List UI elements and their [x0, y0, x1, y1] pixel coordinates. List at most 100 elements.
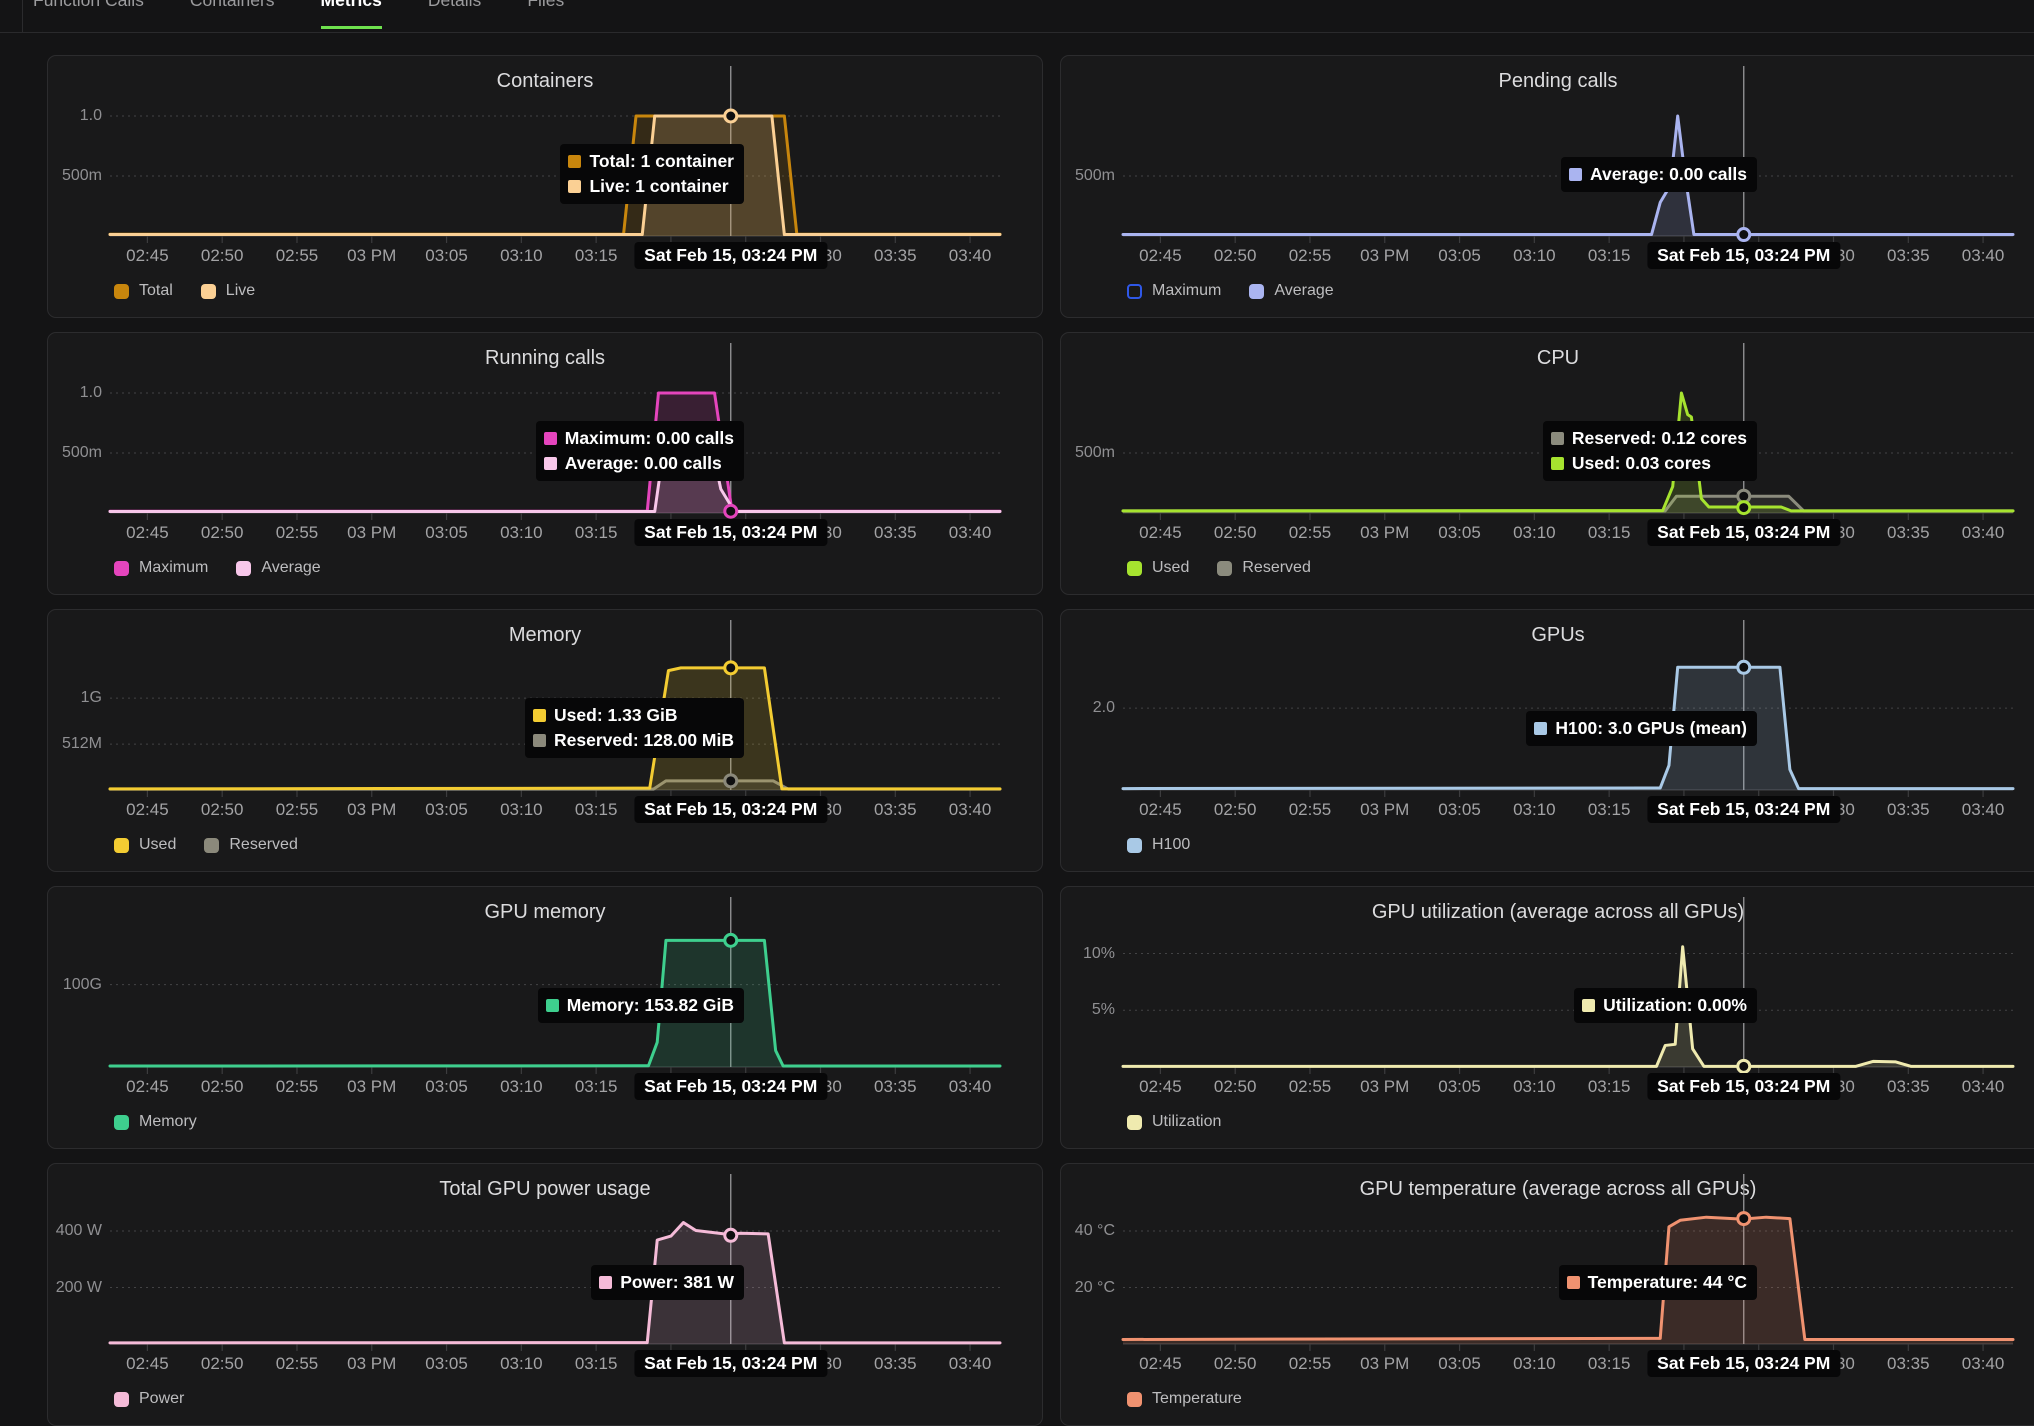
chart-card-gpus: GPUs H100: 3.0 GPUs (mean) 02:4502:5002:… — [1060, 609, 2034, 872]
x-tick-label: 03:40 — [1962, 523, 2005, 543]
chart-legend: Memory — [114, 1113, 197, 1131]
legend-item-temperature[interactable]: Temperature — [1127, 1390, 1242, 1408]
x-tick-label: 02:55 — [1289, 800, 1332, 820]
legend-item-total[interactable]: Total — [114, 282, 173, 300]
legend-item-h100[interactable]: H100 — [1127, 836, 1190, 854]
legend-item-memory[interactable]: Memory — [114, 1113, 197, 1131]
chart-plot[interactable] — [110, 887, 1000, 1075]
tab-containers[interactable]: Containers — [190, 0, 275, 29]
tooltip-line: Utilization: 0.00% — [1582, 993, 1747, 1018]
x-tick-label: 03:40 — [949, 800, 992, 820]
y-axis-label: 1.0 — [48, 383, 102, 403]
chart-plot[interactable] — [1123, 56, 2013, 244]
legend-item-reserved[interactable]: Reserved — [204, 836, 297, 854]
tab-function-calls[interactable]: Function Calls — [33, 0, 144, 29]
chart-legend: Power — [114, 1390, 184, 1408]
x-tick-label: 03:35 — [874, 246, 917, 266]
legend-swatch-icon — [236, 561, 251, 576]
x-tick-label: 03:05 — [425, 1077, 468, 1097]
tooltip-series-swatch-icon — [1569, 168, 1582, 181]
chart-plot[interactable] — [110, 1164, 1000, 1352]
legend-item-power[interactable]: Power — [114, 1390, 184, 1408]
legend-item-average[interactable]: Average — [236, 559, 320, 577]
tab-metrics[interactable]: Metrics — [321, 0, 382, 29]
chart-card-gpu-utilization: GPU utilization (average across all GPUs… — [1060, 886, 2034, 1149]
x-tick-label: 02:45 — [1139, 246, 1182, 266]
tooltip-series-swatch-icon — [1567, 1276, 1580, 1289]
legend-item-used[interactable]: Used — [1127, 559, 1189, 577]
x-tick-label: 03:10 — [500, 1077, 543, 1097]
x-axis: 02:4502:5002:5503 PM03:0503:1003:1503:20… — [110, 523, 1000, 545]
legend-swatch-icon — [1127, 1392, 1142, 1407]
y-axis-label: 1.0 — [48, 106, 102, 126]
x-axis: 02:4502:5002:5503 PM03:0503:1003:1503:20… — [1123, 523, 2013, 545]
chart-plot[interactable] — [110, 56, 1000, 244]
legend-item-live[interactable]: Live — [201, 282, 255, 300]
tooltip-line: Power: 381 W — [599, 1270, 734, 1295]
legend-label: Power — [139, 1390, 184, 1408]
legend-swatch-icon — [114, 561, 129, 576]
y-axis-label: 500m — [1061, 166, 1115, 186]
chart-plot[interactable] — [1123, 610, 2013, 798]
tooltip-line: Used: 1.33 GiB — [533, 703, 734, 728]
legend-swatch-icon — [201, 284, 216, 299]
x-tick-label: 02:55 — [276, 523, 319, 543]
y-axis-label: 500m — [48, 166, 102, 186]
x-tick-label: 03:05 — [425, 1354, 468, 1374]
y-axis-label: 10% — [1061, 944, 1115, 964]
legend-item-used[interactable]: Used — [114, 836, 176, 854]
tab-details[interactable]: Details — [428, 0, 482, 29]
legend-item-maximum[interactable]: Maximum — [114, 559, 208, 577]
tooltip-text: Reserved: 0.12 cores — [1572, 428, 1747, 449]
x-tick-label: 03 PM — [1360, 246, 1409, 266]
chart-card-gpu-temperature: GPU temperature (average across all GPUs… — [1060, 1163, 2034, 1426]
x-tick-label: 02:50 — [201, 800, 244, 820]
tooltip-text: Power: 381 W — [620, 1272, 734, 1293]
x-axis: 02:4502:5002:5503 PM03:0503:1003:1503:20… — [1123, 800, 2013, 822]
crosshair-date-tooltip: Sat Feb 15, 03:24 PM — [1647, 796, 1840, 823]
chart-legend: H100 — [1127, 836, 1190, 854]
x-tick-label: 03:05 — [1438, 1354, 1481, 1374]
x-tick-label: 03:05 — [425, 246, 468, 266]
x-tick-label: 02:45 — [126, 800, 169, 820]
legend-label: Total — [139, 282, 173, 300]
tooltip-series-swatch-icon — [1551, 457, 1564, 470]
legend-swatch-icon — [1127, 1115, 1142, 1130]
x-tick-label: 02:45 — [126, 1354, 169, 1374]
y-axis-label: 400 W — [48, 1221, 102, 1241]
x-axis: 02:4502:5002:5503 PM03:0503:1003:1503:20… — [110, 800, 1000, 822]
x-tick-label: 02:55 — [1289, 1354, 1332, 1374]
tooltip-line: Reserved: 128.00 MiB — [533, 728, 734, 753]
chart-card-running-calls: Running calls Maximum: 0.00 callsAverage… — [47, 332, 1043, 595]
tooltip-text: Used: 0.03 cores — [1572, 453, 1711, 474]
x-tick-label: 03:35 — [874, 523, 917, 543]
x-tick-label: 03 PM — [1360, 800, 1409, 820]
x-tick-label: 02:50 — [201, 246, 244, 266]
legend-item-utilization[interactable]: Utilization — [1127, 1113, 1221, 1131]
chart-plot[interactable] — [1123, 1164, 2013, 1352]
tab-files[interactable]: Files — [527, 0, 564, 29]
x-tick-label: 03:10 — [500, 800, 543, 820]
chart-plot[interactable] — [1123, 887, 2013, 1075]
tooltip-line: H100: 3.0 GPUs (mean) — [1534, 716, 1747, 741]
tabbar-left-border — [22, 0, 23, 32]
x-tick-label: 03:05 — [1438, 523, 1481, 543]
tooltip-line: Live: 1 container — [568, 174, 734, 199]
tabs: Function Calls Containers Metrics Detail… — [33, 0, 564, 29]
x-tick-label: 03 PM — [1360, 523, 1409, 543]
crosshair-date-tooltip: Sat Feb 15, 03:24 PM — [1647, 242, 1840, 269]
chart-legend: Used Reserved — [1127, 559, 1311, 577]
x-tick-label: 03:15 — [575, 1077, 618, 1097]
tooltip-text: Utilization: 0.00% — [1603, 995, 1747, 1016]
legend-item-reserved[interactable]: Reserved — [1217, 559, 1310, 577]
x-axis: 02:4502:5002:5503 PM03:0503:1003:1503:20… — [1123, 1077, 2013, 1099]
tooltip-text: Maximum: 0.00 calls — [565, 428, 734, 449]
x-tick-label: 02:50 — [201, 523, 244, 543]
chart-tooltip: Power: 381 W — [591, 1265, 744, 1300]
x-tick-label: 03:15 — [1588, 246, 1631, 266]
legend-item-maximum[interactable]: Maximum — [1127, 282, 1221, 300]
crosshair-date-tooltip: Sat Feb 15, 03:24 PM — [1647, 1350, 1840, 1377]
legend-item-average[interactable]: Average — [1249, 282, 1333, 300]
x-tick-label: 02:45 — [126, 246, 169, 266]
x-tick-label: 03:15 — [575, 523, 618, 543]
